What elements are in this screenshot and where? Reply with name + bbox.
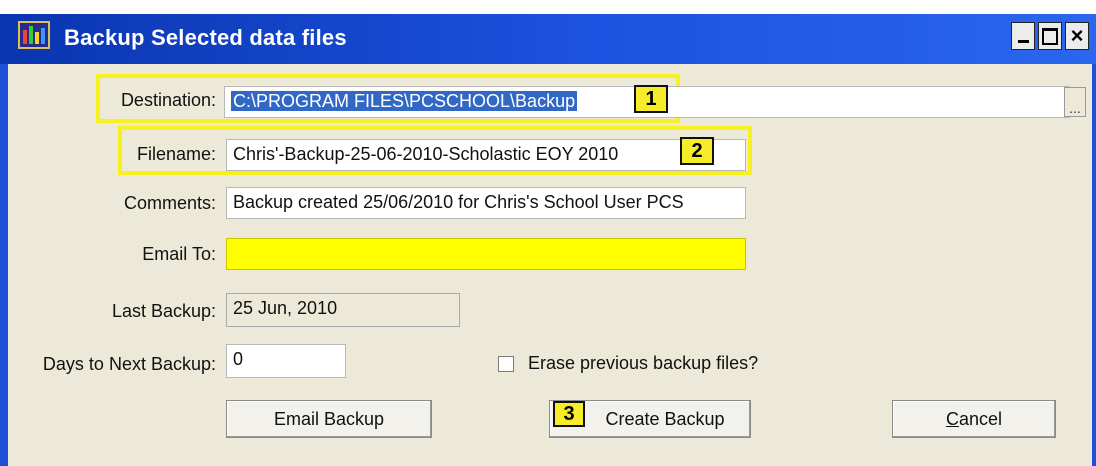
days-to-next-backup-input[interactable]: 0 xyxy=(226,344,346,378)
app-icon xyxy=(18,21,50,49)
email-to-input[interactable] xyxy=(226,238,746,270)
callout-badge-2: 2 xyxy=(680,137,714,165)
comments-input[interactable]: Backup created 25/06/2010 for Chris's Sc… xyxy=(226,187,746,219)
browse-button[interactable]: ... xyxy=(1064,87,1086,117)
callout-badge-3: 3 xyxy=(553,401,585,427)
minimize-button[interactable] xyxy=(1011,22,1035,50)
cancel-accelerator: C xyxy=(945,408,959,429)
filename-input[interactable]: Chris'-Backup-25-06-2010-Scholastic EOY … xyxy=(226,139,746,171)
last-backup-value: 25 Jun, 2010 xyxy=(226,293,460,327)
erase-previous-label: Erase previous backup files? xyxy=(528,353,759,373)
cancel-label-rest: ancel xyxy=(958,408,1003,429)
filename-label: Filename: xyxy=(136,144,216,164)
maximize-icon xyxy=(1042,27,1058,45)
cancel-button[interactable]: Cancel xyxy=(892,400,1056,438)
last-backup-label: Last Backup: xyxy=(111,301,216,321)
callout-badge-1: 1 xyxy=(634,85,668,113)
destination-label: Destination: xyxy=(120,90,216,110)
maximize-button[interactable] xyxy=(1038,22,1062,50)
email-backup-button[interactable]: Email Backup xyxy=(226,400,432,438)
erase-previous-checkbox[interactable] xyxy=(498,356,514,372)
comments-label: Comments: xyxy=(123,193,216,213)
close-button[interactable]: × xyxy=(1065,22,1089,50)
minimize-icon xyxy=(1017,39,1029,43)
close-icon: × xyxy=(1070,23,1084,48)
days-to-next-backup-label: Days to Next Backup: xyxy=(42,354,216,374)
window-title: Backup Selected data files xyxy=(64,25,347,50)
email-to-label: Email To: xyxy=(142,244,216,264)
create-backup-label: Create Backup xyxy=(605,408,725,429)
destination-value: C:\PROGRAM FILES\PCSCHOOL\Backup xyxy=(231,91,578,111)
